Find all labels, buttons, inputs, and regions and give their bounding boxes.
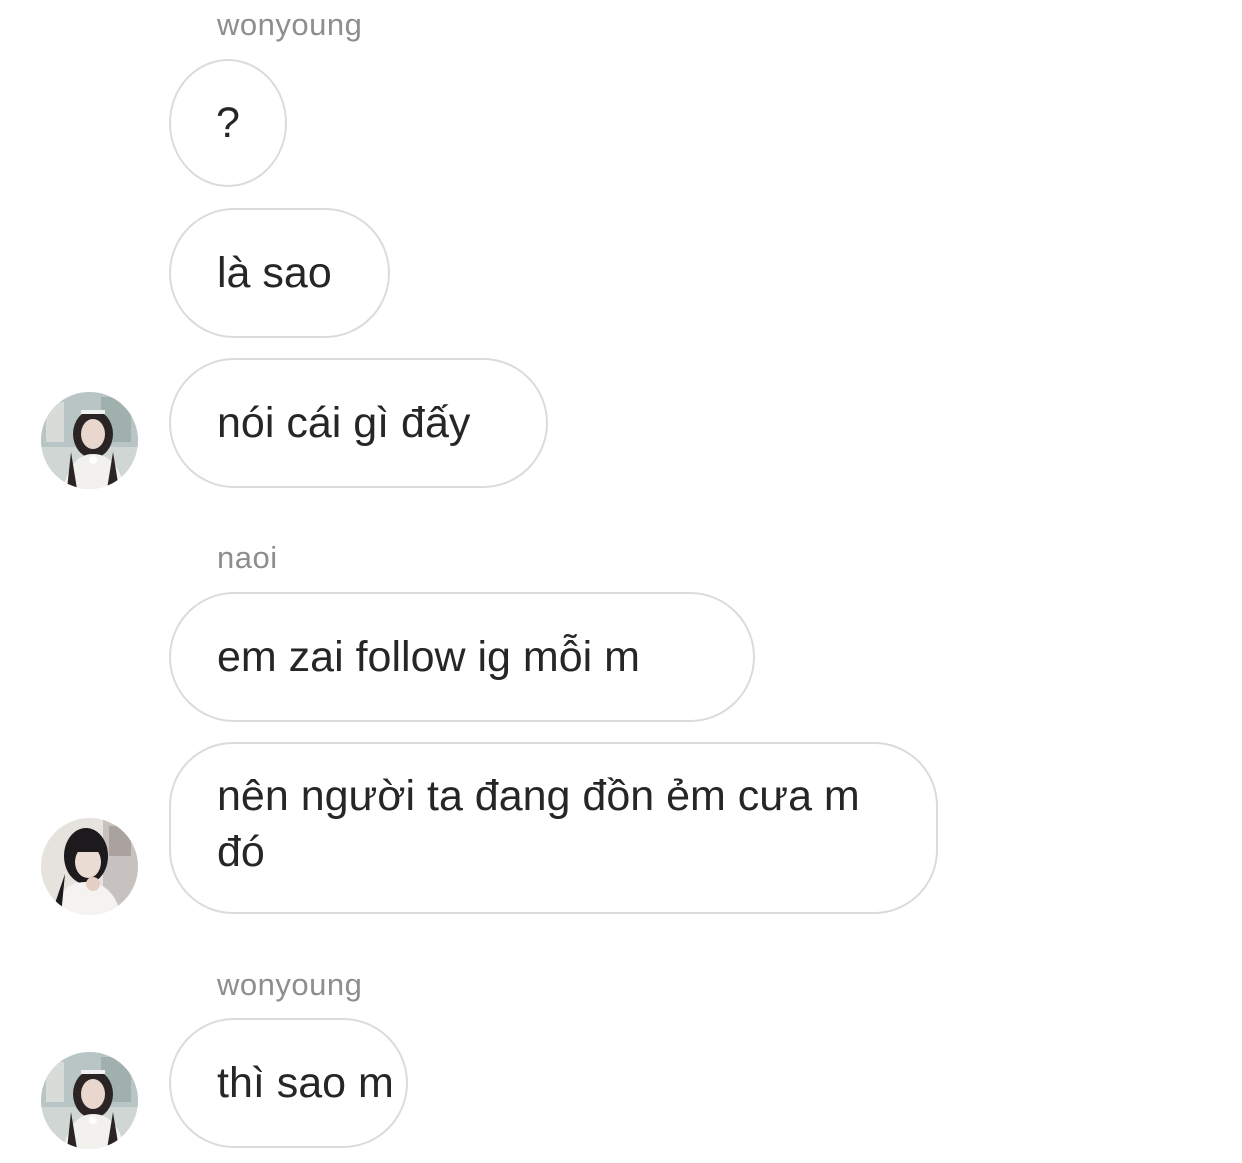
message-text: thì sao m [217,1059,394,1107]
message-bubble[interactable]: là sao [169,208,390,338]
message-bubble[interactable]: ? [169,59,287,187]
message-text: nói cái gì đấy [217,399,471,447]
message-bubble[interactable]: nên người ta đang đồn ẻm cưa m đó [169,742,938,914]
user-avatar-photo-icon [41,1052,138,1149]
message-text: nên người ta đang đồn ẻm cưa m đó [217,772,860,876]
message-text: em zai follow ig mỗi m [217,633,640,681]
avatar[interactable] [41,818,138,915]
user-avatar-photo-icon [41,392,138,489]
sender-name: naoi [217,540,278,575]
message-text: ? [216,99,240,147]
sender-name: wonyoung [217,7,363,42]
message-bubble[interactable]: em zai follow ig mỗi m [169,592,755,722]
user-avatar-photo-icon [41,818,138,915]
message-bubble[interactable]: nói cái gì đấy [169,358,548,488]
message-bubble[interactable]: thì sao m [169,1018,408,1148]
sender-name: wonyoung [217,967,363,1002]
avatar[interactable] [41,392,138,489]
avatar[interactable] [41,1052,138,1149]
message-text: là sao [217,249,332,297]
